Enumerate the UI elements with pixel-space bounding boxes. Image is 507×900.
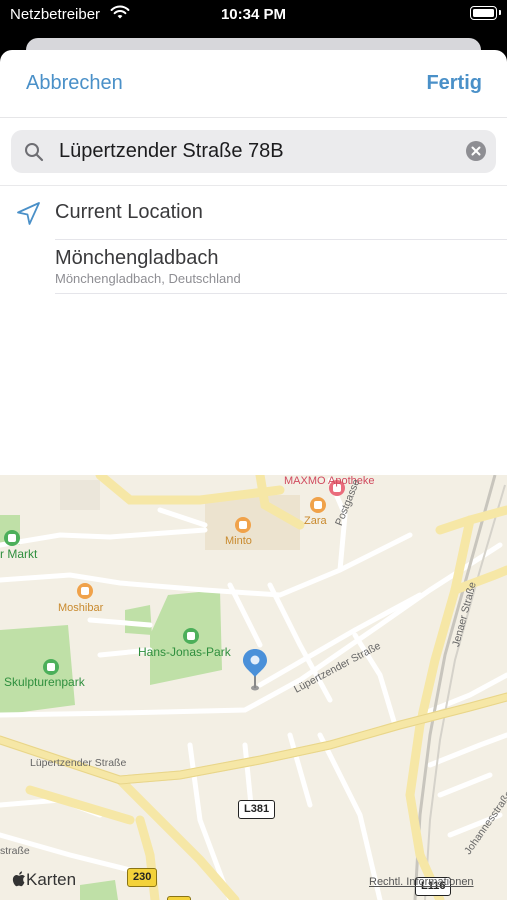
store-poi-icon[interactable] (310, 497, 326, 513)
result-title: Mönchengladbach (55, 247, 219, 269)
map-view[interactable]: MAXMO Apotheke Zara Minto Postgasse r Ma… (0, 475, 507, 900)
search-input[interactable]: Lüpertzender Straße 78B (11, 130, 496, 173)
result-row-moenchengladbach[interactable]: Mönchengladbach Mönchengladbach, Deutsch… (0, 240, 507, 294)
result-subtitle: Mönchengladbach, Deutschland (55, 271, 241, 286)
map-label-zara: Zara (304, 515, 327, 527)
search-bar: Lüpertzender Straße 78B (0, 118, 507, 186)
search-icon (24, 142, 44, 167)
road-shield-59: 59 (167, 896, 192, 900)
search-query-text: Lüpertzender Straße 78B (59, 140, 284, 162)
result-title: Current Location (55, 201, 203, 223)
map-label-markt: r Markt (0, 547, 38, 561)
cancel-button[interactable]: Abbrechen (26, 72, 123, 95)
park-poi-icon[interactable] (43, 659, 59, 675)
done-button[interactable]: Fertig (426, 72, 482, 95)
map-label-moshibar: Moshibar (58, 602, 104, 614)
apple-logo-icon (12, 871, 25, 887)
park-poi-icon[interactable] (183, 628, 199, 644)
maps-logo: Karten (12, 870, 76, 890)
road-shield-l381: L381 (238, 800, 276, 819)
location-sheet: Abbrechen Fertig Lüpertzender Straße 78B (0, 50, 507, 900)
legal-info-link[interactable]: Rechtl. Informationen (369, 876, 474, 888)
battery-icon (470, 6, 501, 20)
clear-search-icon[interactable] (466, 141, 486, 161)
road-shield-230: 230 (127, 868, 158, 887)
navigation-bar: Abbrechen Fertig (0, 50, 507, 118)
restaurant-poi-icon[interactable] (77, 583, 93, 599)
maps-logo-text: Karten (26, 870, 77, 889)
map-label-minto: Minto (225, 535, 252, 547)
map-label-strasse: straße (0, 845, 30, 857)
map-label-hans-jonas-park: Hans-Jonas-Park (138, 645, 231, 659)
current-location-row[interactable]: Current Location (0, 186, 507, 240)
status-bar: Netzbetreiber 10:34 PM (0, 0, 507, 32)
clock: 10:34 PM (220, 6, 287, 23)
row-divider (55, 293, 507, 294)
location-arrow-icon (14, 200, 42, 233)
map-label-luepertzender-strasse: Lüpertzender Straße (30, 757, 127, 769)
store-poi-icon[interactable] (235, 517, 251, 533)
map-label-skulpturenpark: Skulpturenpark (4, 675, 85, 689)
location-pin-icon[interactable] (242, 648, 268, 697)
park-poi-icon[interactable] (4, 530, 20, 546)
